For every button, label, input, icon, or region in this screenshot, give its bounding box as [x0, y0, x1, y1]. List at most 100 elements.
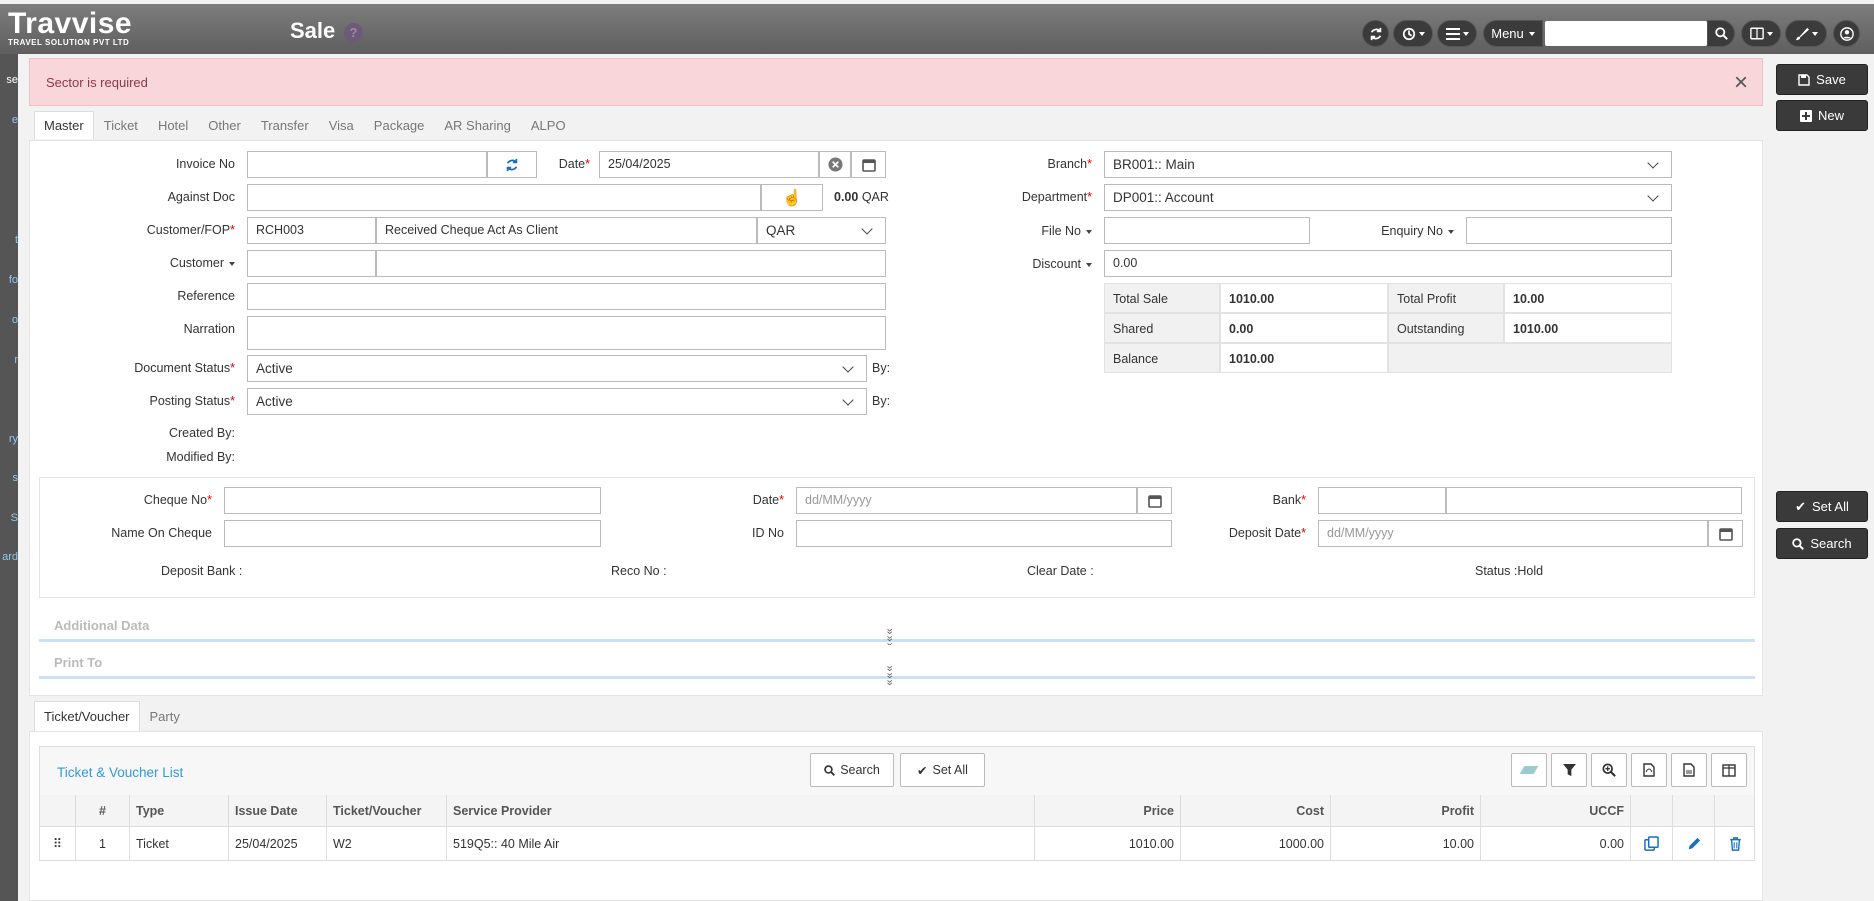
- total-profit-value: 10.00: [1504, 283, 1672, 313]
- user-profile-button[interactable]: [1833, 20, 1860, 47]
- sidebar-item[interactable]: o: [0, 314, 18, 326]
- branch-label: Branch: [1000, 157, 1092, 171]
- branch-select[interactable]: BR001:: Main: [1104, 151, 1672, 178]
- eraser-button[interactable]: [1511, 753, 1547, 787]
- posting-status-select[interactable]: Active: [247, 388, 867, 415]
- tab-master[interactable]: Master: [34, 111, 94, 139]
- filter-button[interactable]: [1551, 753, 1587, 787]
- col-price[interactable]: Price: [1035, 795, 1181, 826]
- sidebar-item[interactable]: ry: [0, 433, 18, 445]
- col-cost[interactable]: Cost: [1181, 795, 1331, 826]
- file-no-label[interactable]: File No: [1000, 224, 1092, 238]
- tab-alpo[interactable]: ALPO: [521, 111, 576, 139]
- bank-name-input[interactable]: [1446, 487, 1742, 514]
- global-search-input[interactable]: [1545, 21, 1707, 46]
- date-picker-button[interactable]: [851, 151, 886, 178]
- bank-code-input[interactable]: [1318, 487, 1446, 514]
- sidebar-item[interactable]: r: [0, 354, 18, 366]
- tab-ar-sharing[interactable]: AR Sharing: [434, 111, 520, 139]
- against-doc-input[interactable]: [247, 184, 761, 211]
- tab-other[interactable]: Other: [198, 111, 251, 139]
- tab-party[interactable]: Party: [140, 701, 190, 731]
- save-button[interactable]: Save: [1776, 64, 1868, 95]
- history-dropdown-button[interactable]: [1393, 20, 1433, 47]
- page-title: Sale: [290, 18, 336, 43]
- against-doc-pick-button[interactable]: ☝: [761, 184, 823, 211]
- copy-row-button[interactable]: [1631, 827, 1673, 860]
- sidebar-item[interactable]: e: [0, 114, 18, 126]
- menu-button[interactable]: Menu: [1483, 20, 1543, 47]
- list-search-button[interactable]: Search: [810, 753, 894, 787]
- cell-type: Ticket: [130, 827, 229, 860]
- discount-input[interactable]: 0.00: [1104, 250, 1672, 277]
- sidebar-item[interactable]: s: [0, 472, 19, 484]
- sidebar-item[interactable]: se: [0, 74, 18, 86]
- file-no-input[interactable]: [1104, 217, 1310, 244]
- export-pdf-button[interactable]: [1631, 753, 1667, 787]
- discount-label[interactable]: Discount: [1000, 257, 1092, 271]
- deposit-date-picker-button[interactable]: [1708, 520, 1743, 547]
- customer-fop-currency-select[interactable]: QAR: [757, 217, 886, 244]
- table-row[interactable]: ⠿ 1 Ticket 25/04/2025 W2 519Q5:: 40 Mile…: [39, 827, 1755, 861]
- edit-row-button[interactable]: [1673, 827, 1715, 860]
- customer-code-input[interactable]: [247, 250, 376, 277]
- refresh-button[interactable]: [1362, 20, 1389, 47]
- global-search-button[interactable]: [1707, 20, 1735, 47]
- app-logo[interactable]: Travvise TRAVEL SOLUTION PVT LTD: [8, 9, 132, 48]
- search-button[interactable]: Search: [1776, 528, 1868, 559]
- col-uccf[interactable]: UCCF: [1481, 795, 1631, 826]
- col-service-provider[interactable]: Service Provider: [447, 795, 1035, 826]
- tab-hotel[interactable]: Hotel: [148, 111, 198, 139]
- tab-ticket[interactable]: Ticket: [94, 111, 148, 139]
- id-no-input[interactable]: [796, 520, 1172, 547]
- narration-textarea[interactable]: [247, 316, 886, 350]
- customer-fop-name-input[interactable]: Received Cheque Act As Client: [376, 217, 757, 244]
- print-to-section[interactable]: Print To »»»: [39, 645, 1755, 687]
- list-dropdown-button[interactable]: [1437, 20, 1477, 47]
- regenerate-button[interactable]: [487, 151, 537, 178]
- delete-row-button[interactable]: [1715, 827, 1756, 860]
- deposit-date-input[interactable]: dd/MM/yyyy: [1318, 520, 1708, 547]
- sidebar-item[interactable]: t: [0, 234, 18, 246]
- zoom-in-button[interactable]: [1591, 753, 1627, 787]
- department-select[interactable]: DP001:: Account: [1104, 184, 1672, 211]
- sidebar-item[interactable]: fo: [0, 274, 18, 286]
- tab-package[interactable]: Package: [364, 111, 435, 139]
- clear-date-button[interactable]: [819, 151, 851, 178]
- drag-handle-icon[interactable]: ⠿: [40, 827, 76, 860]
- enquiry-no-input[interactable]: [1466, 217, 1672, 244]
- caret-down-icon: [1528, 31, 1535, 36]
- sidebar-item[interactable]: S: [0, 512, 18, 524]
- col-type[interactable]: Type: [130, 795, 229, 826]
- cheque-no-input[interactable]: [224, 487, 601, 514]
- sidebar-item[interactable]: ard: [0, 551, 18, 563]
- col-no[interactable]: #: [76, 795, 130, 826]
- customer-fop-code-input[interactable]: RCH003: [247, 217, 376, 244]
- date-input[interactable]: 25/04/2025: [599, 151, 819, 178]
- reference-input[interactable]: [247, 283, 886, 310]
- document-status-select[interactable]: Active: [247, 355, 867, 382]
- tab-transfer[interactable]: Transfer: [251, 111, 319, 139]
- language-dropdown-button[interactable]: [1741, 20, 1781, 47]
- invoice-no-input[interactable]: [247, 151, 487, 178]
- cheque-date-picker-button[interactable]: [1137, 487, 1172, 514]
- col-issue-date[interactable]: Issue Date: [229, 795, 327, 826]
- name-on-cheque-input[interactable]: [224, 520, 601, 547]
- customer-name-input[interactable]: [376, 250, 886, 277]
- cheque-date-input[interactable]: dd/MM/yyyy: [796, 487, 1137, 514]
- additional-data-section[interactable]: Additional Data »»»: [39, 608, 1755, 650]
- close-icon[interactable]: ×: [1734, 69, 1748, 97]
- enquiry-no-label[interactable]: Enquiry No: [1350, 224, 1454, 238]
- help-icon[interactable]: ?: [344, 23, 363, 42]
- export-csv-button[interactable]: [1671, 753, 1707, 787]
- tab-ticket-voucher[interactable]: Ticket/Voucher: [34, 701, 140, 731]
- customer-label[interactable]: Customer: [120, 256, 235, 270]
- list-set-all-button[interactable]: ✔ Set All: [900, 753, 985, 787]
- theme-dropdown-button[interactable]: [1785, 20, 1827, 47]
- set-all-button[interactable]: ✔ Set All: [1776, 491, 1868, 522]
- tab-visa[interactable]: Visa: [319, 111, 364, 139]
- col-ticket-voucher[interactable]: Ticket/Voucher: [327, 795, 447, 826]
- col-profit[interactable]: Profit: [1331, 795, 1481, 826]
- new-button[interactable]: New: [1776, 100, 1868, 131]
- column-chooser-button[interactable]: [1711, 753, 1747, 787]
